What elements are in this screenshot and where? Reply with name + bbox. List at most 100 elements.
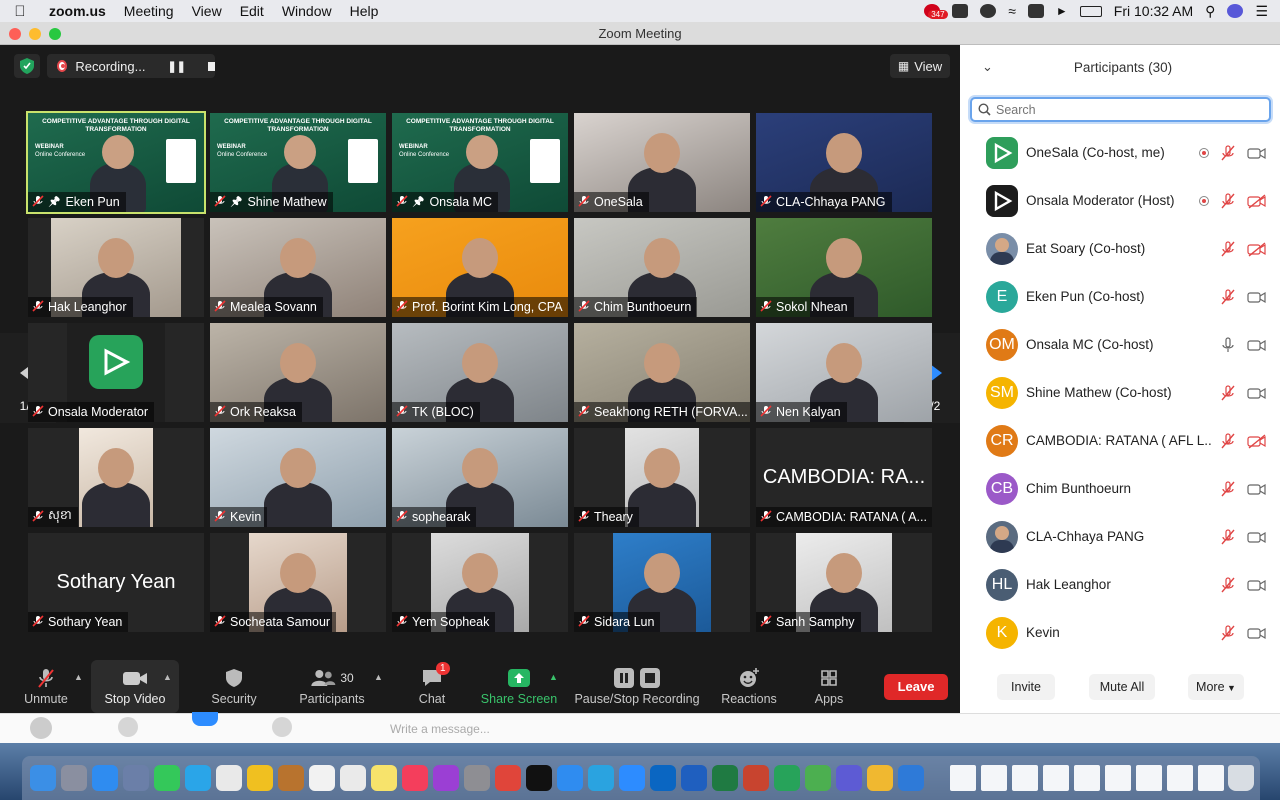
video-tile[interactable]: Onsala Moderator	[28, 323, 204, 422]
video-tile[interactable]: Mealea Sovann	[210, 218, 386, 317]
microphone-muted-icon[interactable]	[1219, 624, 1237, 642]
pause-recording-icon[interactable]: ❚❚	[167, 60, 185, 73]
video-tile[interactable]: Hak Leanghor	[28, 218, 204, 317]
message-input-placeholder[interactable]: Write a message...	[390, 722, 490, 736]
participant-row[interactable]: OneSala (Co-host, me)	[960, 129, 1280, 177]
microphone-muted-icon[interactable]	[1219, 528, 1237, 546]
video-camera-icon[interactable]	[1247, 144, 1266, 162]
microphone-icon[interactable]	[1219, 336, 1237, 354]
video-camera-icon[interactable]	[1247, 336, 1266, 354]
apple-icon[interactable]: 	[0, 3, 40, 20]
dock-app-icon[interactable]	[216, 765, 242, 791]
invite-button[interactable]: Invite	[997, 674, 1055, 700]
menu-help[interactable]: Help	[341, 3, 388, 19]
participant-row[interactable]: OM Onsala MC (Co-host)	[960, 321, 1280, 369]
video-tile[interactable]: OneSala	[574, 113, 750, 212]
mute-all-button[interactable]: Mute All	[1089, 674, 1155, 700]
video-tile[interactable]: sophearak	[392, 428, 568, 527]
dock-app-icon[interactable]	[712, 765, 738, 791]
app-menu[interactable]: zoom.us	[40, 3, 115, 19]
participant-row[interactable]: E Eken Pun (Co-host)	[960, 273, 1280, 321]
stop-recording-icon[interactable]	[207, 61, 215, 71]
input-source-icon[interactable]	[1027, 4, 1044, 18]
microphone-muted-icon[interactable]	[1219, 432, 1237, 450]
participant-row[interactable]: K Kevin	[960, 609, 1280, 657]
security-button[interactable]: Security	[198, 660, 270, 713]
notification-icon[interactable]: 347	[924, 4, 948, 19]
dock-app-icon[interactable]	[433, 765, 459, 791]
dock-app-icon[interactable]	[588, 765, 614, 791]
dock-app-icon[interactable]	[371, 765, 397, 791]
video-tile[interactable]: COMPETITIVE ADVANTAGE THROUGH DIGITAL TR…	[26, 111, 206, 214]
video-tile[interactable]: Ork Reaksa	[210, 323, 386, 422]
microphone-muted-icon[interactable]	[1219, 192, 1237, 210]
apps-button[interactable]: Apps	[806, 660, 852, 713]
dock-app-icon[interactable]	[340, 765, 366, 791]
view-button[interactable]: ▦ View	[890, 54, 950, 78]
zoom-status-icon[interactable]	[952, 4, 969, 18]
video-camera-icon[interactable]	[1247, 480, 1266, 498]
video-tile[interactable]: Nen Kalyan	[756, 323, 932, 422]
menu-meeting[interactable]: Meeting	[115, 3, 183, 19]
siri-icon[interactable]	[1227, 4, 1244, 18]
video-camera-icon[interactable]	[1247, 384, 1266, 402]
dock-app-icon[interactable]	[30, 765, 56, 791]
leave-button[interactable]: Leave	[884, 674, 948, 700]
video-tile[interactable]: Kevin	[210, 428, 386, 527]
video-tile[interactable]: COMPETITIVE ADVANTAGE THROUGH DIGITAL TR…	[210, 113, 386, 212]
dock-app-icon[interactable]	[92, 765, 118, 791]
video-tile[interactable]: CAMBODIA: RA... CAMBODIA: RATANA ( A...	[756, 428, 932, 527]
menubar-clock[interactable]: Fri 10:32 AM	[1114, 3, 1193, 19]
reactions-button[interactable]: Reactions	[716, 660, 782, 713]
dock-app-icon[interactable]	[154, 765, 180, 791]
participant-row[interactable]: SM Shine Mathew (Co-host)	[960, 369, 1280, 417]
video-tile[interactable]: Sokol Nhean	[756, 218, 932, 317]
video-tile[interactable]: Theary	[574, 428, 750, 527]
video-camera-icon[interactable]	[1247, 576, 1266, 594]
video-tile[interactable]: CLA-Chhaya PANG	[756, 113, 932, 212]
more-button[interactable]: More ▼	[1188, 674, 1244, 700]
video-tile[interactable]: Prof. Borint Kim Long, CPA	[392, 218, 568, 317]
video-tile[interactable]: Sanh Samphy	[756, 533, 932, 632]
video-tile[interactable]: Yem Sopheak	[392, 533, 568, 632]
video-tile[interactable]: TK (BLOC)	[392, 323, 568, 422]
video-tile[interactable]: Chim Bunthoeurn	[574, 218, 750, 317]
audio-options-caret-icon[interactable]: ▲	[74, 672, 83, 682]
microphone-muted-icon[interactable]	[1219, 144, 1237, 162]
dock-document-thumbnail[interactable]	[1136, 765, 1162, 791]
chat-button[interactable]: 1 Chat	[404, 660, 460, 713]
participant-search-field[interactable]	[970, 97, 1271, 122]
microphone-muted-icon[interactable]	[1219, 576, 1237, 594]
dock-app-icon[interactable]	[61, 765, 87, 791]
dock-app-icon[interactable]	[557, 765, 583, 791]
wifi-icon[interactable]: ≈	[1008, 3, 1016, 19]
dock-document-thumbnail[interactable]	[981, 765, 1007, 791]
participants-button[interactable]: 30 Participants	[292, 660, 372, 713]
dock-document-thumbnail[interactable]	[1167, 765, 1193, 791]
dock-document-thumbnail[interactable]	[1105, 765, 1131, 791]
dock-app-icon[interactable]	[681, 765, 707, 791]
video-camera-icon[interactable]	[1247, 288, 1266, 306]
video-tile[interactable]: Seakhong RETH (FORVA...	[574, 323, 750, 422]
stop-video-button[interactable]: Stop Video	[91, 660, 179, 713]
battery-icon[interactable]	[1079, 5, 1102, 17]
video-camera-off-icon[interactable]	[1247, 432, 1266, 450]
video-options-caret-icon[interactable]: ▲	[163, 672, 172, 682]
participant-row[interactable]: CLA-Chhaya PANG	[960, 513, 1280, 561]
microphone-muted-icon[interactable]	[1219, 480, 1237, 498]
dock-app-icon[interactable]	[650, 765, 676, 791]
dock-app-icon[interactable]	[278, 765, 304, 791]
dock-app-icon[interactable]	[836, 765, 862, 791]
menu-window[interactable]: Window	[273, 3, 341, 19]
dock-document-thumbnail[interactable]	[1043, 765, 1069, 791]
dock-document-thumbnail[interactable]	[1198, 765, 1224, 791]
participant-row[interactable]: CR CAMBODIA: RATANA ( AFL L...	[960, 417, 1280, 465]
video-camera-off-icon[interactable]	[1247, 192, 1266, 210]
dock-app-icon[interactable]	[247, 765, 273, 791]
volume-icon[interactable]: ►	[1056, 4, 1068, 18]
dock-app-icon[interactable]	[464, 765, 490, 791]
dock-app-icon[interactable]	[774, 765, 800, 791]
microphone-muted-icon[interactable]	[1219, 240, 1237, 258]
dock-app-icon[interactable]	[185, 765, 211, 791]
dock-app-icon[interactable]	[526, 765, 552, 791]
